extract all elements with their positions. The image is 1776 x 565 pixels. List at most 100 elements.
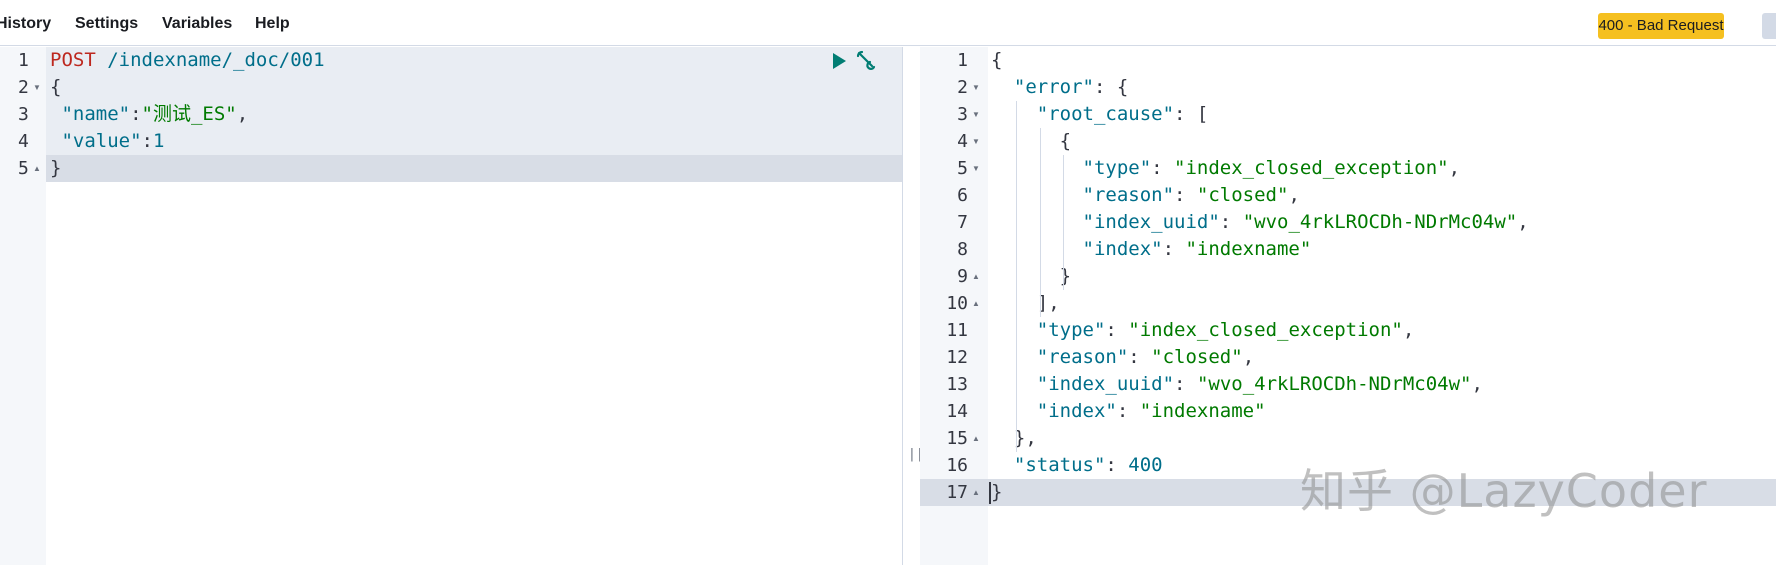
response-line: "index": "indexname"	[991, 398, 1266, 425]
json-number: 1	[152, 130, 165, 152]
request-line: "value":1	[50, 128, 164, 155]
response-line-number: 15	[946, 428, 968, 449]
fold-toggle-icon[interactable]: ▲	[33, 155, 41, 182]
json-comma: ,	[236, 103, 249, 125]
json-value: "closed"	[1196, 184, 1289, 206]
json-key: "type"	[1036, 319, 1106, 341]
response-line-number: 16	[946, 455, 968, 476]
json-comma: ,	[1471, 373, 1483, 395]
menu-variables[interactable]: Variables	[162, 15, 232, 33]
json-punctuation: :	[1105, 454, 1129, 476]
json-value: "index_closed_exception"	[1128, 319, 1403, 341]
json-key: "error"	[1013, 76, 1094, 98]
request-line-number: 1	[18, 50, 29, 71]
play-icon[interactable]	[833, 53, 846, 69]
brace-open: {	[50, 76, 62, 98]
json-comma: ,	[1448, 157, 1461, 179]
json-punctuation: :	[1116, 400, 1140, 422]
json-key: "index"	[1036, 400, 1117, 422]
response-line: "status": 400	[991, 452, 1163, 479]
json-key: "status"	[1013, 454, 1106, 476]
response-line: "index_uuid": "wvo_4rkLROCDh-NDrMc04w",	[991, 371, 1483, 398]
response-line-number: 9	[957, 266, 968, 287]
indent-guide	[1016, 101, 1017, 452]
response-line-number: 4	[957, 131, 968, 152]
json-value: "indexname"	[1185, 238, 1312, 260]
response-line-number: 5	[957, 158, 968, 179]
response-line-number: 10	[946, 293, 968, 314]
json-key: "root_cause"	[1036, 103, 1175, 125]
response-line: {	[991, 128, 1071, 155]
fold-toggle-icon[interactable]: ▲	[972, 425, 980, 452]
json-comma: ,	[1517, 211, 1529, 233]
json-value: "closed"	[1151, 346, 1243, 368]
fold-toggle-icon[interactable]: ▼	[972, 155, 980, 182]
response-line-number: 8	[957, 239, 968, 260]
response-line-number: 14	[946, 401, 968, 422]
json-punctuation: }	[1059, 265, 1072, 287]
response-line: "reason": "closed",	[991, 344, 1254, 371]
request-method: POST	[50, 49, 96, 71]
menu-history[interactable]: History	[0, 15, 51, 33]
menu-help[interactable]: Help	[255, 15, 290, 33]
json-value: "wvo_4rkLROCDh-NDrMc04w"	[1242, 211, 1518, 233]
watermark: 知乎 @LazyCoder	[1300, 464, 1708, 518]
json-value: "indexname"	[1139, 400, 1266, 422]
fold-toggle-icon[interactable]: ▲	[972, 479, 980, 506]
json-punctuation: :	[1162, 238, 1186, 260]
fold-toggle-icon[interactable]: ▼	[972, 101, 980, 128]
indent-guide	[1063, 155, 1064, 290]
json-comma: ,	[1402, 319, 1415, 341]
response-line: "error": {	[991, 74, 1128, 101]
json-comma: ,	[1288, 184, 1300, 206]
menu-settings[interactable]: Settings	[75, 15, 138, 33]
json-value: "index_closed_exception"	[1174, 157, 1449, 179]
request-line-number: 5	[18, 158, 29, 179]
wrench-icon[interactable]	[855, 49, 877, 71]
fold-toggle-icon[interactable]: ▼	[972, 74, 980, 101]
response-line: ],	[991, 290, 1060, 317]
request-editor[interactable]: 1 2 ▼ 3 4 5 ▲ POST /indexname/_doc/001 {…	[0, 47, 902, 565]
request-line: POST /indexname/_doc/001	[50, 47, 325, 74]
response-line: },	[991, 425, 1037, 452]
json-punctuation: : {	[1093, 76, 1129, 98]
json-key: "reason"	[1082, 184, 1175, 206]
request-line: {	[50, 74, 61, 101]
json-key: "reason"	[1036, 346, 1129, 368]
response-line-number: 1	[957, 50, 968, 71]
toolbar-stub	[1762, 13, 1776, 39]
request-line-number: 4	[18, 131, 29, 152]
fold-toggle-icon[interactable]: ▼	[33, 74, 41, 101]
response-line-number: 3	[957, 104, 968, 125]
top-menu-bar: History Settings Variables Help 400 - Ba…	[0, 0, 1776, 46]
json-punctuation: :	[1219, 211, 1243, 233]
json-key: "index"	[1082, 238, 1163, 260]
response-line-number: 12	[946, 347, 968, 368]
fold-toggle-icon[interactable]: ▼	[972, 128, 980, 155]
response-line-number: 13	[946, 374, 968, 395]
json-key: "name"	[50, 103, 131, 125]
fold-toggle-icon[interactable]: ▲	[972, 290, 980, 317]
pane-divider[interactable]: ||	[902, 47, 924, 565]
request-line: "name":"测试_ES",	[50, 101, 248, 128]
response-line: }	[991, 479, 1002, 506]
json-key: "type"	[1082, 157, 1152, 179]
response-line-number: 7	[957, 212, 968, 233]
request-url: /indexname/_doc/001	[95, 49, 325, 71]
response-line-number: 11	[946, 320, 968, 341]
json-colon: :	[130, 103, 142, 125]
json-value: 400	[1128, 454, 1163, 476]
json-punctuation: : [	[1174, 103, 1209, 125]
json-punctuation: :	[1128, 346, 1152, 368]
response-line: "root_cause": [	[991, 101, 1209, 128]
fold-toggle-icon[interactable]: ▲	[972, 263, 980, 290]
